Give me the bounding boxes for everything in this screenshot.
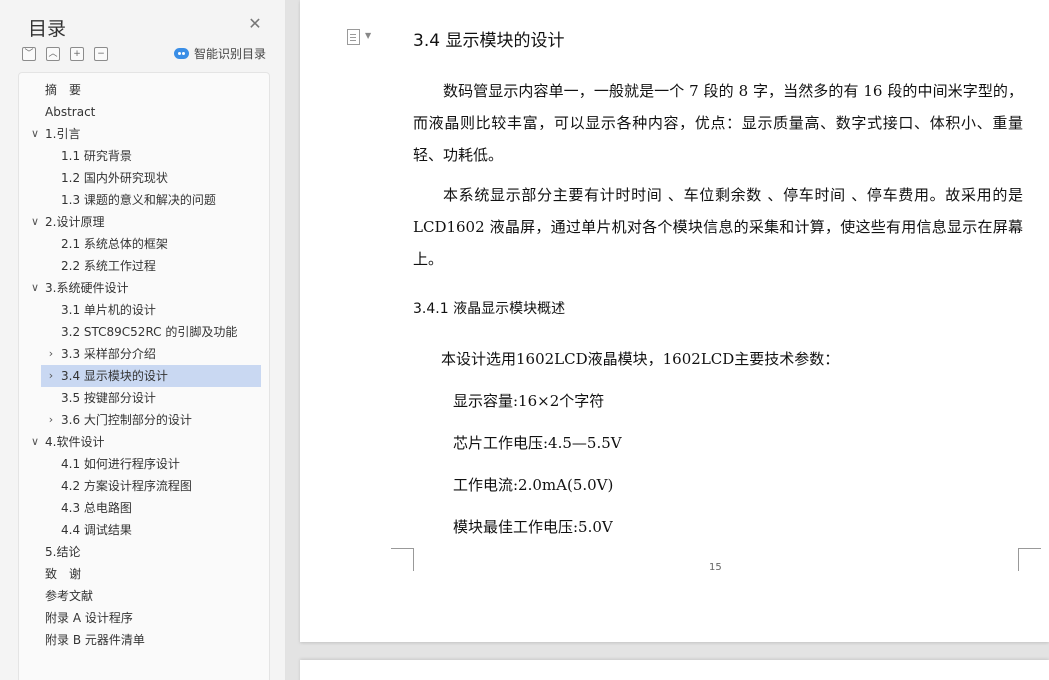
toc-item[interactable]: 2.1 系统总体的框架 [19,233,267,255]
toc-item-label: 1.3 课题的意义和解决的问题 [61,193,216,207]
toc-item-label: 2.1 系统总体的框架 [61,237,168,251]
caret-down-icon[interactable]: ▼ [365,31,371,40]
toc-item[interactable]: Abstract [19,101,267,123]
toc-toolbar: ﹀ ︿ + − [22,47,108,61]
toc-item-label: 3.1 单片机的设计 [61,303,156,317]
toc-item-label: 3.系统硬件设计 [45,281,129,295]
toc-item-label: 致 谢 [45,567,82,581]
toc-item[interactable]: › 3.4 显示模块的设计 [41,365,261,387]
toc-item-label: 3.6 大门控制部分的设计 [61,413,192,427]
toc-item[interactable]: 4.1 如何进行程序设计 [19,453,267,475]
margin-corner-mark [391,548,414,571]
toc-item[interactable]: 4.3 总电路图 [19,497,267,519]
toc-item[interactable]: 4.4 调试结果 [19,519,267,541]
chevron-right-icon[interactable]: › [46,343,56,365]
close-icon[interactable]: ✕ [247,16,263,32]
toc-item-label: 4.2 方案设计程序流程图 [61,479,192,493]
toc-item-label: 4.1 如何进行程序设计 [61,457,180,471]
toc-item-label: 5.结论 [45,545,81,559]
sidebar-title: 目录 [28,18,67,40]
toc-item[interactable]: 3.5 按键部分设计 [19,387,267,409]
toc-item[interactable]: 附录 B 元器件清单 [19,629,267,651]
wps-writer-window: 目录 ✕ ﹀ ︿ + − 智能识别目录 摘 要 Abstract ∨ 1.引言 1.1 … [0,0,1049,680]
toc-item-label: 3.5 按键部分设计 [61,391,156,405]
toc-item-label: 附录 A 设计程序 [45,611,133,625]
toc-item[interactable]: 4.2 方案设计程序流程图 [19,475,267,497]
spec-line: 显示容量:16×2个字符 [453,392,605,410]
chevron-down-icon[interactable]: ∨ [30,431,40,453]
toc-item[interactable]: 参考文献 [19,585,267,607]
paragraph-1: 数码管显示内容单一，一般就是一个 7 段的 8 字，当然多的有 16 段的中间米… [413,82,1023,164]
chevron-down-icon[interactable]: ∨ [30,211,40,233]
toc-tree: 摘 要 Abstract ∨ 1.引言 1.1 研究背景 1.2 国内外研究现状 1.3 课… [18,72,270,680]
toc-item[interactable]: ∨ 2.设计原理 [19,211,267,233]
margin-corner-mark [1018,548,1041,571]
toc-item-label: 附录 B 元器件清单 [45,633,145,647]
toc-item[interactable]: 5.结论 [19,541,267,563]
toc-item-label: 2.2 系统工作过程 [61,259,156,273]
chevron-right-icon[interactable]: › [46,409,56,431]
toc-item-label: 参考文献 [45,589,94,603]
toc-item[interactable]: 1.1 研究背景 [19,145,267,167]
toc-item[interactable]: 1.2 国内外研究现状 [19,167,267,189]
spec-line: 芯片工作电压:4.5—5.5V [453,434,622,452]
toc-item-label: Abstract [45,105,96,119]
next-page [300,660,1049,680]
toc-item-label: 4.3 总电路图 [61,501,132,515]
document-page: ▼ 3.4 显示模块的设计 数码管显示内容单一，一般就是一个 7 段的 8 字，… [300,0,1049,642]
toc-item[interactable]: ∨ 1.引言 [19,123,267,145]
toc-item[interactable]: › 3.6 大门控制部分的设计 [19,409,267,431]
toc-item-label: 3.4 显示模块的设计 [61,369,168,383]
toc-item-label: 摘 要 [45,83,82,97]
chevron-right-icon[interactable]: › [46,365,56,387]
toc-item-label: 2.设计原理 [45,215,105,229]
toc-item[interactable]: 附录 A 设计程序 [19,607,267,629]
toc-item[interactable]: 1.3 课题的意义和解决的问题 [19,189,267,211]
page-number: 15 [709,562,722,573]
toc-item[interactable]: ∨ 4.软件设计 [19,431,267,453]
chevron-down-icon[interactable]: ∨ [30,123,40,145]
smart-toc-button[interactable]: 智能识别目录 [174,45,266,61]
toc-item-label: 3.2 STC89C52RC 的引脚及功能 [61,325,238,339]
toc-item[interactable]: 3.2 STC89C52RC 的引脚及功能 [19,321,267,343]
toc-item-label: 1.1 研究背景 [61,149,132,163]
toc-item[interactable]: › 3.3 采样部分介绍 [19,343,267,365]
page-options-icon[interactable] [347,29,360,45]
expand-icon[interactable]: ︿ [46,47,60,61]
toc-item[interactable]: 3.1 单片机的设计 [19,299,267,321]
toc-item[interactable]: 摘 要 [19,79,267,101]
subsection-heading: 3.4.1 液晶显示模块概述 [413,301,566,317]
toc-sidebar: 目录 ✕ ﹀ ︿ + − 智能识别目录 摘 要 Abstract ∨ 1.引言 1.1 … [0,0,286,680]
spec-line: 模块最佳工作电压:5.0V [453,518,613,536]
collapse-all-icon[interactable]: ﹀ [22,47,36,61]
toc-item[interactable]: 2.2 系统工作过程 [19,255,267,277]
intro-line: 本设计选用1602LCD液晶模块，1602LCD主要技术参数： [441,350,840,368]
paragraph-2: 本系统显示部分主要有计时时间 、车位剩余数 、停车时间 、停车费用。故采用的是 … [413,186,1023,268]
toc-item-label: 1.2 国内外研究现状 [61,171,168,185]
chevron-down-icon[interactable]: ∨ [30,277,40,299]
document-area[interactable]: ▼ 3.4 显示模块的设计 数码管显示内容单一，一般就是一个 7 段的 8 字，… [286,0,1049,680]
toc-item[interactable]: ∨ 3.系统硬件设计 [19,277,267,299]
toc-item[interactable]: 致 谢 [19,563,267,585]
remove-icon[interactable]: − [94,47,108,61]
toc-item-label: 1.引言 [45,127,81,141]
ai-recognize-icon [174,47,189,59]
toc-item-label: 4.软件设计 [45,435,105,449]
spec-line: 工作电流:2.0mA(5.0V) [453,476,614,494]
toc-item-label: 4.4 调试结果 [61,523,132,537]
add-icon[interactable]: + [70,47,84,61]
section-heading: 3.4 显示模块的设计 [413,31,565,51]
smart-toc-label: 智能识别目录 [194,46,267,61]
toc-item-label: 3.3 采样部分介绍 [61,347,156,361]
